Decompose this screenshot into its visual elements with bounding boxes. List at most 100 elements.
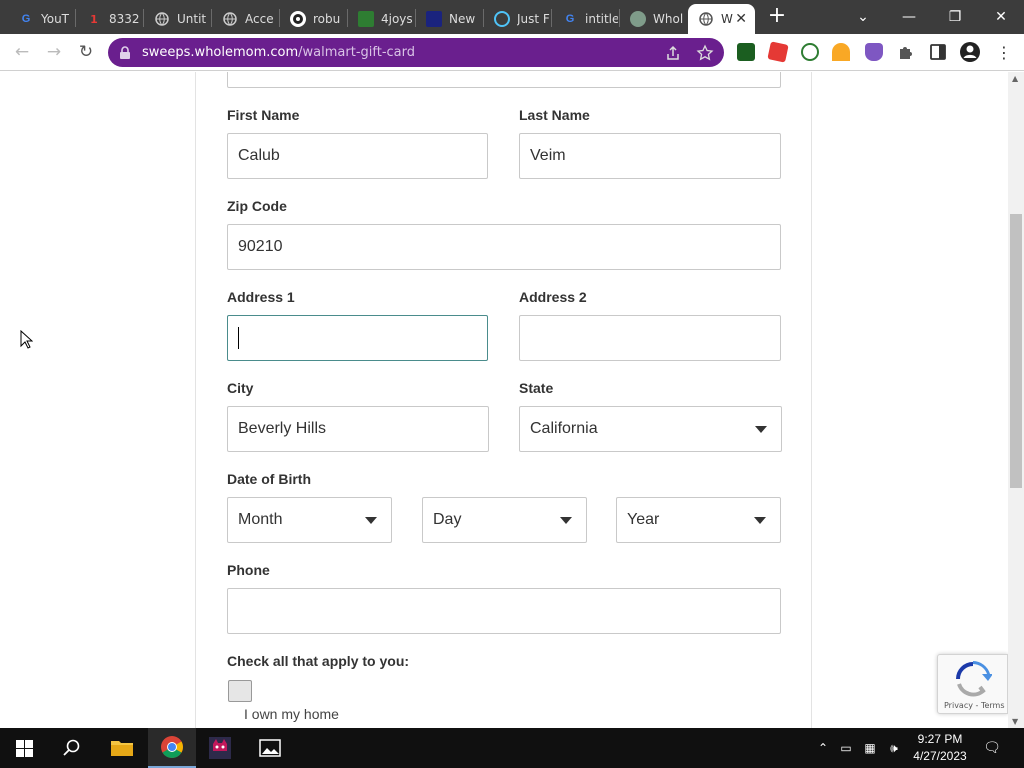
first-name-label: First Name xyxy=(227,107,300,123)
url-path: /walmart-gift-card xyxy=(298,45,416,60)
url-text: sweeps.wholemom.com/walmart-gift-card xyxy=(142,45,415,60)
nitw-app-button[interactable] xyxy=(196,728,244,768)
scroll-down-arrow-icon[interactable]: ▼ xyxy=(1012,717,1018,726)
scroll-up-arrow-icon[interactable]: ▲ xyxy=(1012,74,1018,83)
url-host: sweeps.wholemom.com xyxy=(142,45,299,60)
minimize-button[interactable]: — xyxy=(886,0,932,34)
first-name-input[interactable]: Calub xyxy=(227,133,488,179)
volume-icon[interactable]: 🕪 xyxy=(886,740,902,756)
tab-untitled[interactable]: Untit xyxy=(144,4,210,34)
last-name-input[interactable]: Veim xyxy=(519,133,781,179)
address1-label: Address 1 xyxy=(227,289,295,305)
phone-input[interactable] xyxy=(227,588,781,634)
tab-search-icon[interactable]: ⌄ xyxy=(840,0,886,34)
side-panel-icon[interactable] xyxy=(929,43,947,61)
clock-time: 9:27 PM xyxy=(917,732,963,746)
number-icon: 1 xyxy=(90,12,98,26)
bookmark-star-icon[interactable] xyxy=(696,44,714,62)
extension-fox-icon[interactable] xyxy=(865,43,883,61)
address2-label: Address 2 xyxy=(519,289,587,305)
share-icon[interactable] xyxy=(664,44,682,62)
wholemom-icon xyxy=(630,11,646,27)
zip-code-input[interactable]: 90210 xyxy=(227,224,781,270)
network-icon[interactable]: ▦ xyxy=(862,740,878,756)
address-bar[interactable]: sweeps.wholemom.com/walmart-gift-card xyxy=(108,38,724,67)
extension-cs-icon[interactable] xyxy=(737,43,755,61)
tab-intitle[interactable]: G intitle xyxy=(552,4,618,34)
dob-year-select[interactable]: Year xyxy=(616,497,781,543)
dropdown-arrow-icon xyxy=(754,517,766,524)
tab-news[interactable]: New xyxy=(416,4,482,34)
day-selected-value: Day xyxy=(433,511,462,528)
recaptcha-links[interactable]: Privacy - Terms xyxy=(944,701,1005,710)
back-icon[interactable]: ← xyxy=(10,40,34,64)
extension-red-icon[interactable] xyxy=(767,41,789,63)
form-card: First Name Calub Last Name Veim Zip Code… xyxy=(195,72,812,728)
photos-button[interactable] xyxy=(246,728,294,768)
google-icon: G xyxy=(21,13,31,25)
new-tab-button[interactable]: + xyxy=(764,4,790,30)
tab-4joys[interactable]: 4joys xyxy=(348,4,414,34)
folder-icon xyxy=(111,741,133,756)
address2-input[interactable] xyxy=(519,315,781,361)
globe-icon xyxy=(698,11,714,27)
state-selected-value: California xyxy=(530,420,598,437)
tab-justfor[interactable]: Just F xyxy=(484,4,550,34)
start-button[interactable] xyxy=(0,728,48,768)
dob-day-select[interactable]: Day xyxy=(422,497,587,543)
page-scrollbar[interactable]: ▲ ▼ xyxy=(1008,72,1024,728)
email-field[interactable] xyxy=(227,72,781,88)
own-home-checkbox[interactable] xyxy=(228,680,252,702)
forward-icon[interactable]: → xyxy=(42,40,66,64)
cat-app-icon xyxy=(209,737,231,759)
address1-input[interactable] xyxy=(227,315,488,361)
mouse-cursor-icon xyxy=(20,330,33,349)
profile-avatar-icon[interactable] xyxy=(959,41,981,63)
reload-icon[interactable]: ↻ xyxy=(74,40,98,64)
state-label: State xyxy=(519,380,554,396)
restore-button[interactable]: ❐ xyxy=(932,0,978,34)
tab-wholemom[interactable]: Whol xyxy=(620,4,686,34)
google-icon: G xyxy=(565,13,575,25)
chrome-icon xyxy=(161,736,183,758)
browser-toolbar: ← → ↻ sweeps.wholemom.com/walmart-gift-c… xyxy=(0,34,1024,71)
search-button[interactable] xyxy=(48,728,96,768)
4joys-icon xyxy=(358,11,374,27)
tab-active[interactable]: W ✕ xyxy=(688,4,755,34)
battery-icon[interactable]: ▭ xyxy=(838,740,854,756)
extension-person-icon[interactable] xyxy=(832,43,850,61)
zip-code-label: Zip Code xyxy=(227,198,287,214)
close-window-button[interactable]: ✕ xyxy=(978,0,1024,34)
recaptcha-icon xyxy=(956,661,992,697)
search-icon xyxy=(63,739,80,756)
year-selected-value: Year xyxy=(627,511,660,528)
taskbar-clock[interactable]: 9:27 PM 4/27/2023 xyxy=(906,731,974,765)
tab-access[interactable]: Acce xyxy=(212,4,278,34)
extension-green-icon[interactable] xyxy=(801,43,819,61)
justfor-icon xyxy=(494,11,510,27)
tab-8332[interactable]: 1 8332 xyxy=(76,4,142,34)
own-home-label: I own my home xyxy=(244,706,339,722)
recaptcha-badge[interactable]: Privacy - Terms xyxy=(937,654,1008,714)
page-viewport: First Name Calub Last Name Veim Zip Code… xyxy=(0,72,1024,728)
month-selected-value: Month xyxy=(238,511,283,528)
tab-robux[interactable]: robu xyxy=(280,4,346,34)
scroll-thumb[interactable] xyxy=(1010,214,1022,488)
menu-kebab-icon[interactable]: ⋮ xyxy=(992,40,1016,64)
file-explorer-button[interactable] xyxy=(98,728,146,768)
phone-label: Phone xyxy=(227,562,270,578)
dropdown-arrow-icon xyxy=(755,426,767,433)
dob-month-select[interactable]: Month xyxy=(227,497,392,543)
tab-youtube[interactable]: G YouT xyxy=(8,4,74,34)
tab-strip: G YouT 1 8332 Untit Acce robu 4joys New … xyxy=(0,0,1024,34)
notifications-icon[interactable]: 🗨 xyxy=(983,740,1001,756)
checks-heading: Check all that apply to you: xyxy=(227,653,410,669)
tray-overflow-icon[interactable]: ⌃ xyxy=(815,740,831,756)
state-select[interactable]: California xyxy=(519,406,782,452)
close-tab-icon[interactable]: ✕ xyxy=(735,11,747,27)
clock-date: 4/27/2023 xyxy=(913,749,967,763)
extensions-puzzle-icon[interactable] xyxy=(897,43,915,61)
city-input[interactable]: Beverly Hills xyxy=(227,406,489,452)
dob-label: Date of Birth xyxy=(227,471,311,487)
chrome-taskbar-button[interactable] xyxy=(148,728,196,768)
